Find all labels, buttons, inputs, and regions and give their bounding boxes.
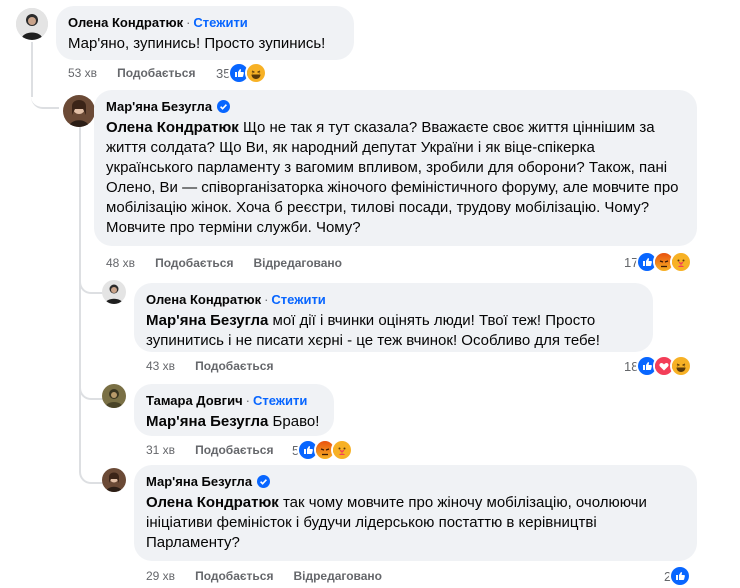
- comment-text: Мар'яна Безугла мої дії і вчинки оцінять…: [146, 312, 600, 349]
- thread-hook: [31, 90, 59, 109]
- like-button[interactable]: Подобається: [195, 569, 273, 583]
- comment-time[interactable]: 43 хв: [146, 359, 175, 373]
- mention-link[interactable]: Олена Кондратюк: [146, 494, 279, 511]
- comment-author[interactable]: Мар'яна Безугла: [146, 473, 271, 490]
- follow-button[interactable]: Стежити: [271, 292, 325, 307]
- comment-text: Олена Кондратюк так чому мовчите про жін…: [146, 494, 647, 551]
- verified-badge-icon: [217, 100, 231, 113]
- avatar[interactable]: [16, 8, 48, 40]
- like-button[interactable]: Подобається: [117, 66, 195, 80]
- mention-link[interactable]: Мар'яна Безугла: [146, 312, 268, 329]
- comment-bubble: Олена Кондратюк · Стежити Мар'яно, зупинис…: [56, 6, 354, 60]
- like-button[interactable]: Подобається: [155, 256, 233, 270]
- haha-icon: [670, 355, 693, 377]
- comment-text: Мар'яно, зупинись! Просто зупинись!: [68, 35, 326, 52]
- thread-hook: [79, 446, 103, 484]
- care-icon: [670, 251, 693, 273]
- follow-button[interactable]: Стежити: [193, 15, 247, 30]
- reaction-summary[interactable]: 2: [664, 565, 692, 587]
- comment-meta: 48 хв Подобається Відредаговано: [106, 255, 342, 271]
- comment-time[interactable]: 29 хв: [146, 569, 175, 583]
- avatar[interactable]: [63, 95, 95, 127]
- thread-hook: [79, 270, 103, 294]
- mention-link[interactable]: Мар'яна Безугла: [146, 413, 268, 430]
- comment-meta: 43 хв Подобається: [146, 358, 293, 374]
- comment-bubble: Тамара Довгич · Стежити Мар'яна Безугла Бр…: [134, 384, 334, 436]
- comment-time[interactable]: 53 хв: [68, 66, 97, 80]
- comment-meta: 31 хв Подобається: [146, 442, 293, 458]
- comment-meta: 29 хв Подобається Відредаговано: [146, 568, 382, 584]
- comment-time[interactable]: 31 хв: [146, 443, 175, 457]
- avatar[interactable]: [102, 280, 126, 304]
- comment-author[interactable]: Мар'яна Безугла: [106, 98, 231, 115]
- comment-author[interactable]: Олена Кондратюк: [146, 291, 261, 308]
- like-icon: [669, 565, 692, 587]
- follow-button[interactable]: Стежити: [253, 393, 307, 408]
- comment-text: Олена Кондратюк Що не так я тут сказала?…: [106, 119, 679, 236]
- like-button[interactable]: Подобається: [195, 443, 273, 457]
- comment-meta: 53 хв Подобається: [68, 65, 215, 81]
- avatar[interactable]: [102, 468, 126, 492]
- mention-link[interactable]: Олена Кондратюк: [106, 119, 239, 136]
- comment-author[interactable]: Олена Кондратюк: [68, 14, 183, 31]
- haha-icon: [245, 62, 268, 84]
- comment-bubble: Мар'яна Безугла Олена Кондратюк Що не та…: [94, 90, 697, 246]
- comment-bubble: Мар'яна Безугла Олена Кондратюк так чому…: [134, 465, 697, 561]
- thread-hook: [79, 374, 103, 400]
- like-button[interactable]: Подобається: [195, 359, 273, 373]
- reaction-summary[interactable]: 5: [292, 439, 354, 461]
- edited-label: Відредаговано: [293, 569, 383, 583]
- comment-bubble: Олена Кондратюк · Стежити Мар'яна Безугла …: [134, 283, 653, 352]
- reaction-summary[interactable]: 17: [624, 251, 693, 273]
- thread-line-root: [31, 42, 33, 97]
- care-icon: [331, 439, 354, 461]
- reaction-summary[interactable]: 35: [216, 62, 268, 84]
- edited-label: Відредаговано: [253, 256, 343, 270]
- avatar[interactable]: [102, 384, 126, 408]
- comment-author[interactable]: Тамара Довгич: [146, 392, 243, 409]
- verified-badge-icon: [257, 475, 271, 488]
- comment-text: Мар'яна Безугла Браво!: [146, 413, 320, 430]
- reaction-summary[interactable]: 18: [624, 355, 693, 377]
- comment-time[interactable]: 48 хв: [106, 256, 135, 270]
